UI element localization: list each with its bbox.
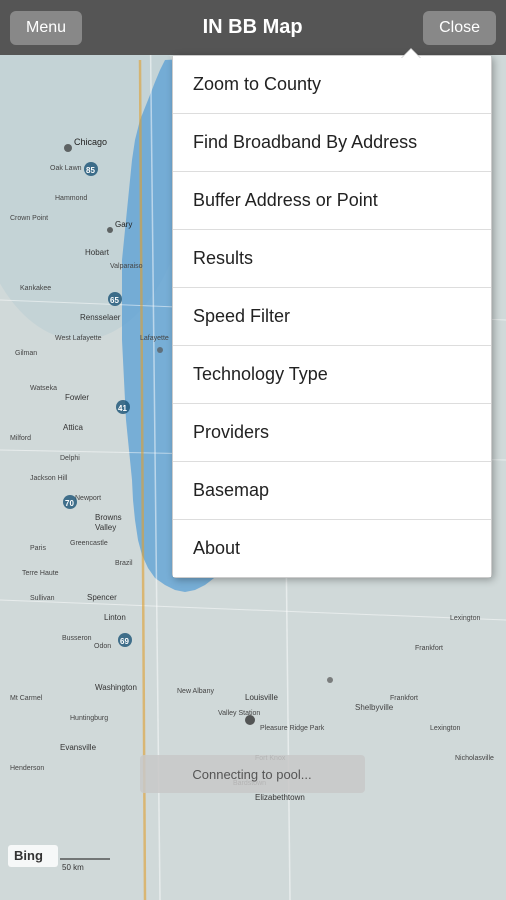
menu-button[interactable]: Menu <box>10 11 82 45</box>
svg-text:Jackson Hill: Jackson Hill <box>30 475 68 482</box>
svg-text:Huntingburg: Huntingburg <box>70 715 108 722</box>
svg-text:Lexington: Lexington <box>450 615 480 622</box>
svg-text:Hobart: Hobart <box>85 248 110 257</box>
menu-item-buffer-address[interactable]: Buffer Address or Point <box>173 172 491 230</box>
svg-text:Kankakee: Kankakee <box>20 285 51 292</box>
svg-text:Nicholasville: Nicholasville <box>455 755 494 762</box>
svg-text:Watseka: Watseka <box>30 385 57 392</box>
svg-text:Mt Carmel: Mt Carmel <box>10 695 43 702</box>
svg-text:70: 70 <box>65 499 74 508</box>
menu-item-label: Buffer Address or Point <box>193 190 378 211</box>
svg-text:Lexington: Lexington <box>430 725 460 732</box>
svg-text:Shelbyville: Shelbyville <box>355 703 394 712</box>
svg-text:Browns: Browns <box>95 513 122 522</box>
menu-item-label: About <box>193 538 240 559</box>
svg-text:Milford: Milford <box>10 435 31 442</box>
svg-text:65: 65 <box>110 296 119 305</box>
svg-text:Frankfort: Frankfort <box>415 645 443 652</box>
svg-text:Odon: Odon <box>94 643 111 650</box>
header: Menu IN BB Map Close <box>0 0 506 55</box>
menu-item-results[interactable]: Results <box>173 230 491 288</box>
svg-text:Frankfort: Frankfort <box>390 695 418 702</box>
svg-text:Rensselaer: Rensselaer <box>80 313 121 322</box>
svg-text:85: 85 <box>86 166 95 175</box>
menu-item-zoom-county[interactable]: Zoom to County <box>173 56 491 114</box>
svg-text:Attica: Attica <box>63 423 84 432</box>
app-title: IN BB Map <box>82 16 423 39</box>
svg-text:Paris: Paris <box>30 545 46 552</box>
menu-item-technology-type[interactable]: Technology Type <box>173 346 491 404</box>
menu-item-label: Speed Filter <box>193 306 290 327</box>
svg-text:Gary: Gary <box>115 220 132 229</box>
svg-text:Valparaiso: Valparaiso <box>110 263 143 270</box>
svg-text:Lafayette: Lafayette <box>140 335 169 342</box>
svg-text:Washington: Washington <box>95 683 137 692</box>
svg-text:Louisville: Louisville <box>245 693 278 702</box>
svg-text:Greencastle: Greencastle <box>70 540 108 547</box>
svg-text:Evansville: Evansville <box>60 743 97 752</box>
svg-text:Sullivan: Sullivan <box>30 595 55 602</box>
svg-text:Terre Haute: Terre Haute <box>22 570 59 577</box>
svg-text:Bing: Bing <box>14 848 43 863</box>
svg-text:Brazil: Brazil <box>115 560 133 567</box>
svg-text:Hammond: Hammond <box>55 195 87 202</box>
svg-text:Linton: Linton <box>104 613 126 622</box>
svg-text:Valley Station: Valley Station <box>218 710 260 717</box>
menu-item-label: Zoom to County <box>193 74 321 95</box>
menu-item-label: Technology Type <box>193 364 328 385</box>
menu-item-providers[interactable]: Providers <box>173 404 491 462</box>
menu-item-find-broadband[interactable]: Find Broadband By Address <box>173 114 491 172</box>
svg-text:Fowler: Fowler <box>65 393 89 402</box>
svg-text:41: 41 <box>118 404 127 413</box>
svg-text:Pleasure Ridge Park: Pleasure Ridge Park <box>260 725 325 732</box>
svg-text:Oak Lawn: Oak Lawn <box>50 165 82 172</box>
svg-text:Valley: Valley <box>95 523 116 532</box>
menu-item-basemap[interactable]: Basemap <box>173 462 491 520</box>
menu-item-about[interactable]: About <box>173 520 491 577</box>
menu-item-label: Find Broadband By Address <box>193 132 417 153</box>
svg-text:West Lafayette: West Lafayette <box>55 335 102 342</box>
menu-item-label: Basemap <box>193 480 269 501</box>
svg-text:Gilman: Gilman <box>15 350 37 357</box>
svg-text:Chicago: Chicago <box>74 137 107 147</box>
close-button[interactable]: Close <box>423 11 496 45</box>
svg-text:New Albany: New Albany <box>177 688 214 695</box>
svg-text:Newport: Newport <box>75 495 101 502</box>
menu-item-label: Providers <box>193 422 269 443</box>
svg-text:Crown Point: Crown Point <box>10 215 48 222</box>
svg-text:Delphi: Delphi <box>60 455 80 462</box>
svg-text:Henderson: Henderson <box>10 765 44 772</box>
svg-text:Spencer: Spencer <box>87 593 117 602</box>
svg-text:Connecting to pool...: Connecting to pool... <box>192 767 311 782</box>
svg-text:69: 69 <box>120 637 129 646</box>
menu-item-label: Results <box>193 248 253 269</box>
svg-text:Busseron: Busseron <box>62 635 92 642</box>
dropdown-menu: Zoom to County Find Broadband By Address… <box>172 55 492 578</box>
menu-item-speed-filter[interactable]: Speed Filter <box>173 288 491 346</box>
svg-text:50 km: 50 km <box>62 863 84 872</box>
svg-text:Elizabethtown: Elizabethtown <box>255 793 305 802</box>
